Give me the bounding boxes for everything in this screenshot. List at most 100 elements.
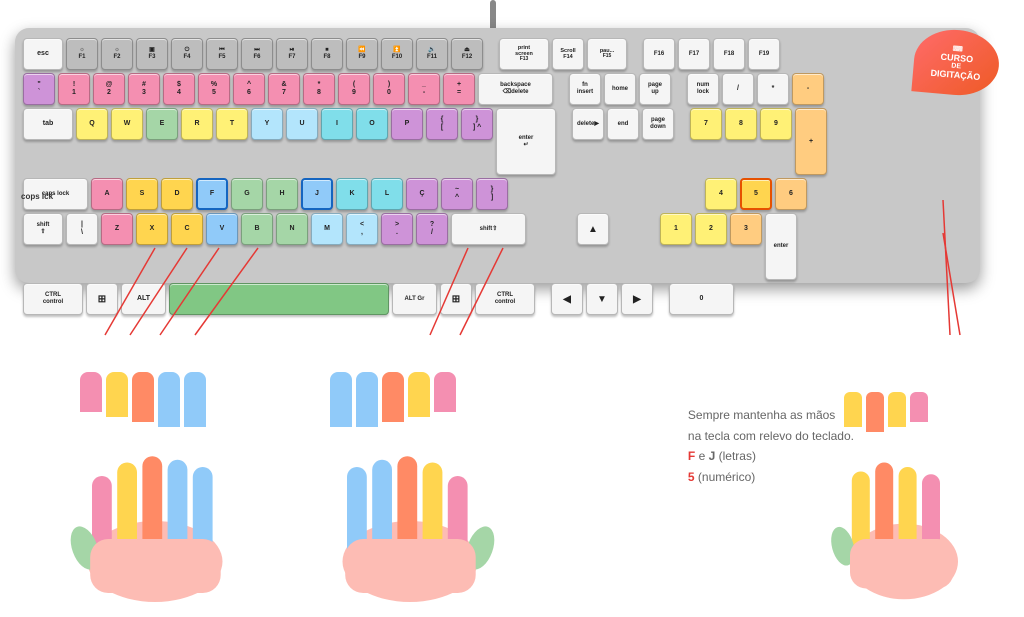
key-f6[interactable]: ⏭F6 bbox=[241, 38, 273, 70]
key-period[interactable]: >. bbox=[381, 213, 413, 245]
key-f3[interactable]: ▣F3 bbox=[136, 38, 168, 70]
key-u[interactable]: U bbox=[286, 108, 318, 140]
key-e[interactable]: E bbox=[146, 108, 178, 140]
key-esc[interactable]: esc bbox=[23, 38, 63, 70]
key-y[interactable]: Y bbox=[251, 108, 283, 140]
key-l[interactable]: L bbox=[371, 178, 403, 210]
key-f[interactable]: F bbox=[196, 178, 228, 210]
key-win-l[interactable]: ⊞ bbox=[86, 283, 118, 315]
key-backspace[interactable]: backspace⌫delete bbox=[478, 73, 553, 105]
key-1[interactable]: !1 bbox=[58, 73, 90, 105]
key-num1[interactable]: 1 bbox=[660, 213, 692, 245]
key-8[interactable]: *8 bbox=[303, 73, 335, 105]
key-0[interactable]: )0 bbox=[373, 73, 405, 105]
key-h[interactable]: H bbox=[266, 178, 298, 210]
key-num3[interactable]: 3 bbox=[730, 213, 762, 245]
key-win-r[interactable]: ⊞ bbox=[440, 283, 472, 315]
key-home[interactable]: home bbox=[604, 73, 636, 105]
key-alt-l[interactable]: ALT bbox=[121, 283, 166, 315]
key-ctrl-r[interactable]: CTRLcontrol bbox=[475, 283, 535, 315]
key-j[interactable]: J bbox=[301, 178, 333, 210]
key-m[interactable]: M bbox=[311, 213, 343, 245]
key-backslash[interactable]: |\ bbox=[66, 213, 98, 245]
key-f4[interactable]: ⏻F4 bbox=[171, 38, 203, 70]
key-n[interactable]: N bbox=[276, 213, 308, 245]
key-print[interactable]: printscreenF13 bbox=[499, 38, 549, 70]
key-f8[interactable]: ⏹F8 bbox=[311, 38, 343, 70]
key-f19[interactable]: F19 bbox=[748, 38, 780, 70]
key-bracketl[interactable]: {[ bbox=[426, 108, 458, 140]
key-cedilla[interactable]: Ç bbox=[406, 178, 438, 210]
key-arrow-left[interactable]: ◀ bbox=[551, 283, 583, 315]
key-6[interactable]: ^6 bbox=[233, 73, 265, 105]
key-num6[interactable]: 6 bbox=[775, 178, 807, 210]
key-num2[interactable]: 2 bbox=[695, 213, 727, 245]
key-arrow-up[interactable]: ▲ bbox=[577, 213, 609, 245]
key-fn[interactable]: fninsert bbox=[569, 73, 601, 105]
key-p[interactable]: P bbox=[391, 108, 423, 140]
key-altgr[interactable]: ALT Gr bbox=[392, 283, 437, 315]
key-v[interactable]: V bbox=[206, 213, 238, 245]
key-7[interactable]: &7 bbox=[268, 73, 300, 105]
key-pageup[interactable]: pageup bbox=[639, 73, 671, 105]
key-shift-l-extra[interactable]: shift⇧ bbox=[23, 213, 63, 245]
key-f7[interactable]: ⏯F7 bbox=[276, 38, 308, 70]
key-d[interactable]: D bbox=[161, 178, 193, 210]
key-end[interactable]: end bbox=[607, 108, 639, 140]
key-f18[interactable]: F18 bbox=[713, 38, 745, 70]
key-arrow-down[interactable]: ▼ bbox=[586, 283, 618, 315]
key-f17[interactable]: F17 bbox=[678, 38, 710, 70]
key-f5[interactable]: ⏮F5 bbox=[206, 38, 238, 70]
key-num0[interactable]: 0 bbox=[669, 283, 734, 315]
key-f10[interactable]: ⏫F10 bbox=[381, 38, 413, 70]
key-4[interactable]: $4 bbox=[163, 73, 195, 105]
key-scroll[interactable]: ScrollF14 bbox=[552, 38, 584, 70]
key-5[interactable]: %5 bbox=[198, 73, 230, 105]
key-slash[interactable]: ?/ bbox=[416, 213, 448, 245]
key-num5[interactable]: 5 bbox=[740, 178, 772, 210]
key-ctrl-l[interactable]: CTRLcontrol bbox=[23, 283, 83, 315]
key-k[interactable]: K bbox=[336, 178, 368, 210]
key-o[interactable]: O bbox=[356, 108, 388, 140]
key-nummul[interactable]: * bbox=[757, 73, 789, 105]
key-q[interactable]: Q bbox=[76, 108, 108, 140]
key-a[interactable]: A bbox=[91, 178, 123, 210]
key-minus[interactable]: _- bbox=[408, 73, 440, 105]
key-numenter[interactable]: enter bbox=[765, 213, 797, 280]
key-f16[interactable]: F16 bbox=[643, 38, 675, 70]
key-3[interactable]: #3 bbox=[128, 73, 160, 105]
key-numlock[interactable]: numlock bbox=[687, 73, 719, 105]
key-c[interactable]: C bbox=[171, 213, 203, 245]
key-num9[interactable]: 9 bbox=[760, 108, 792, 140]
key-equal[interactable]: += bbox=[443, 73, 475, 105]
key-g[interactable]: G bbox=[231, 178, 263, 210]
key-comma[interactable]: <, bbox=[346, 213, 378, 245]
key-arrow-right[interactable]: ▶ bbox=[621, 283, 653, 315]
key-f2[interactable]: ☼F2 bbox=[101, 38, 133, 70]
key-x[interactable]: X bbox=[136, 213, 168, 245]
key-tilde[interactable]: ~^ bbox=[441, 178, 473, 210]
key-f1[interactable]: ☼F1 bbox=[66, 38, 98, 70]
key-numdiv[interactable]: / bbox=[722, 73, 754, 105]
key-numsub[interactable]: - bbox=[792, 73, 824, 105]
key-enter[interactable]: enter↵ bbox=[496, 108, 556, 175]
key-num8[interactable]: 8 bbox=[725, 108, 757, 140]
key-num4[interactable]: 4 bbox=[705, 178, 737, 210]
key-delete[interactable]: delete▶ bbox=[572, 108, 604, 140]
key-s[interactable]: S bbox=[126, 178, 158, 210]
key-b[interactable]: B bbox=[241, 213, 273, 245]
key-numadd[interactable]: + bbox=[795, 108, 827, 175]
key-pause[interactable]: pau...F15 bbox=[587, 38, 627, 70]
key-brace[interactable]: }] bbox=[476, 178, 508, 210]
key-num7[interactable]: 7 bbox=[690, 108, 722, 140]
key-t[interactable]: T bbox=[216, 108, 248, 140]
key-tab[interactable]: tab bbox=[23, 108, 73, 140]
key-f11[interactable]: 🔊F11 bbox=[416, 38, 448, 70]
key-shift-r[interactable]: shift⇧ bbox=[451, 213, 526, 245]
key-2[interactable]: @2 bbox=[93, 73, 125, 105]
key-f12[interactable]: ⏏F12 bbox=[451, 38, 483, 70]
key-bracketr[interactable]: }] ^ bbox=[461, 108, 493, 140]
key-i[interactable]: I bbox=[321, 108, 353, 140]
key-w[interactable]: W bbox=[111, 108, 143, 140]
key-r[interactable]: R bbox=[181, 108, 213, 140]
